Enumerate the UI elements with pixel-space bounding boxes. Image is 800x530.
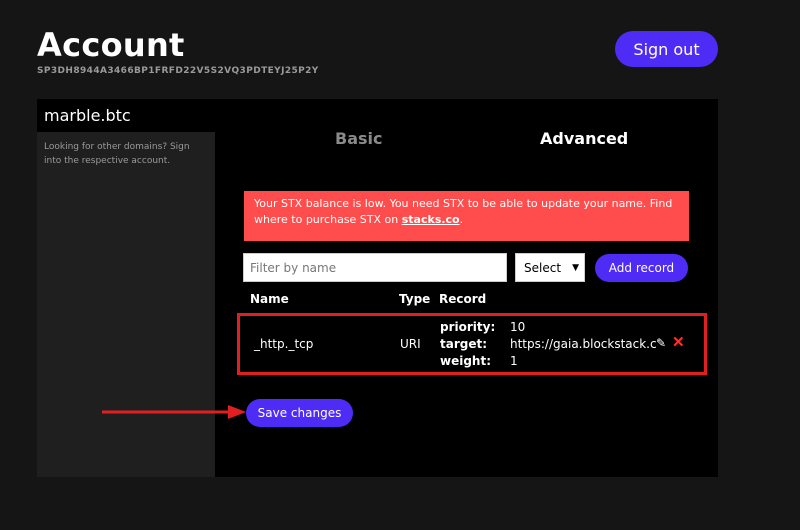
tab-basic[interactable]: Basic (335, 129, 382, 148)
record-name: _http._tcp (254, 337, 314, 351)
sidebar-item-domain[interactable]: marble.btc (37, 99, 215, 132)
page-title: Account (37, 26, 185, 64)
column-header-type: Type (399, 292, 431, 306)
alert-suffix: . (459, 213, 464, 226)
table-row: _http._tcp URI priority: 10 target: http… (237, 313, 707, 375)
record-key: priority: (440, 320, 496, 334)
record-value: 10 (510, 320, 526, 334)
record-value: https://gaia.blockstack.c (510, 337, 657, 351)
arrow-annotation-icon (102, 405, 246, 419)
record-key: target: (440, 337, 488, 351)
chevron-down-icon: ▼ (572, 262, 579, 273)
alert-text: Your STX balance is low. You need STX to… (254, 197, 673, 226)
record-value: 1 (510, 354, 518, 368)
sidebar-help-text: Looking for other domains? Sign into the… (44, 142, 190, 166)
account-address: SP3DH8944A3466BP1FRFD22V5S2VQ3PDTEYJ25P2… (37, 66, 319, 76)
filter-input[interactable]: Filter by name (243, 253, 507, 282)
column-header-record: Record (439, 292, 487, 306)
record-key: weight: (440, 354, 492, 368)
select-value: Select (524, 260, 562, 275)
record-type: URI (400, 337, 421, 351)
add-record-button[interactable]: Add record (595, 254, 688, 282)
tab-advanced[interactable]: Advanced (540, 129, 628, 148)
stacks-link[interactable]: stacks.co (402, 213, 460, 226)
pencil-icon[interactable]: ✎ (656, 336, 666, 350)
record-type-select[interactable]: Select ▼ (515, 253, 585, 282)
sign-out-button[interactable]: Sign out (615, 31, 718, 67)
column-header-name: Name (250, 292, 289, 306)
close-icon[interactable]: ✕ (672, 333, 685, 351)
save-changes-button[interactable]: Save changes (246, 399, 353, 427)
low-balance-alert: Your STX balance is low. You need STX to… (244, 191, 689, 241)
